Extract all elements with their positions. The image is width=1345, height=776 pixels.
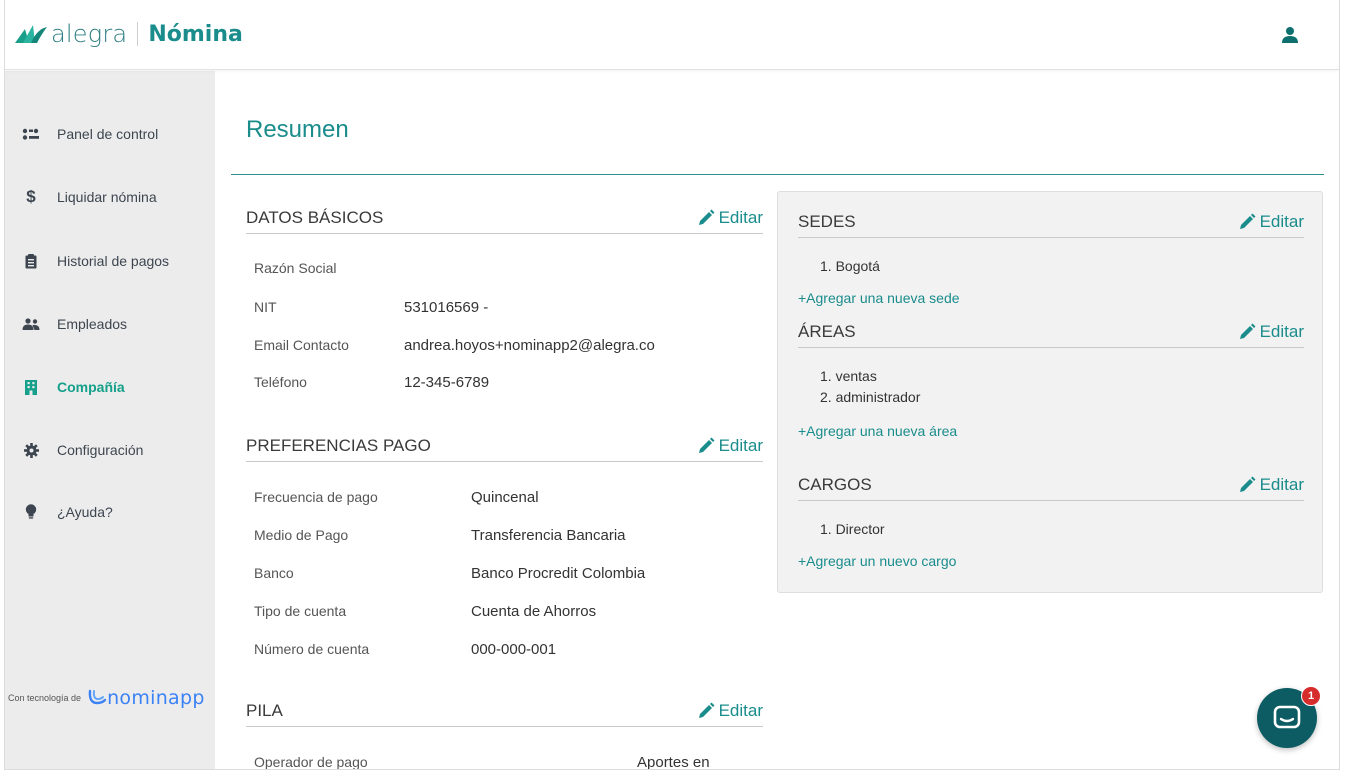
- field-value: Quincenal: [471, 489, 539, 506]
- logo-separator: [137, 22, 139, 46]
- section-title: PILA: [246, 700, 283, 720]
- pencil-icon: [1239, 323, 1256, 339]
- field-label: Operador de pago: [254, 754, 368, 770]
- field-label: NIT: [254, 299, 277, 315]
- section-title: ÁREAS: [798, 321, 856, 341]
- alegra-leaf-icon: [15, 25, 47, 43]
- section-cargos-header: CARGOS Editar: [798, 469, 1304, 501]
- pencil-icon: [698, 437, 715, 453]
- field-value: Transferencia Bancaria: [471, 527, 626, 544]
- list-item: 1. ventas: [820, 368, 877, 384]
- add-area-link[interactable]: +Agregar una nueva área: [798, 423, 957, 439]
- edit-label: Editar: [718, 435, 763, 455]
- field-label: Frecuencia de pago: [254, 489, 378, 505]
- chat-icon: [1273, 705, 1301, 729]
- clipboard-icon: [21, 253, 41, 269]
- edit-datos-basicos-button[interactable]: Editar: [697, 208, 763, 228]
- sidebar-item-ayuda[interactable]: ¿Ayuda?: [21, 500, 113, 524]
- sidebar-item-label: Compañía: [57, 379, 125, 395]
- list-item: 1. Bogotá: [820, 258, 880, 274]
- edit-areas-button[interactable]: Editar: [1238, 322, 1304, 342]
- field-label: Teléfono: [254, 374, 307, 390]
- top-bar: alegra Nómina: [5, 0, 1339, 70]
- section-title: DATOS BÁSICOS: [246, 207, 384, 227]
- field-value: 000-000-001: [471, 641, 557, 658]
- list-item: 2. administrador: [820, 389, 921, 405]
- logo-word: alegra: [51, 20, 128, 48]
- edit-label: Editar: [718, 207, 763, 227]
- field-label: Número de cuenta: [254, 641, 370, 657]
- add-cargo-link[interactable]: +Agregar un nuevo cargo: [798, 553, 956, 569]
- nominapp-brand: nominapp: [107, 687, 205, 709]
- sidebar: Panel de control $ Liquidar nómina Histo…: [5, 71, 215, 769]
- product-name: Nómina: [148, 21, 243, 47]
- edit-label: Editar: [718, 700, 763, 720]
- dollar-icon: $: [26, 187, 36, 206]
- company-structure-card: SEDES Editar 1. Bogotá +Agregar una nuev…: [777, 191, 1323, 593]
- users-icon: [21, 316, 41, 332]
- field-label: Email Contacto: [254, 337, 349, 353]
- add-sede-link[interactable]: +Agregar una nueva sede: [798, 290, 960, 306]
- alegra-logo[interactable]: alegra Nómina: [15, 20, 243, 48]
- chat-notification-badge: 1: [1301, 686, 1321, 706]
- sidebar-item-label: Historial de pagos: [57, 253, 170, 269]
- pencil-icon: [698, 702, 715, 718]
- main-content: Resumen DATOS BÁSICOS Editar Razón Socia…: [215, 71, 1339, 770]
- user-icon[interactable]: [1281, 26, 1299, 44]
- section-sedes-header: SEDES Editar: [798, 206, 1304, 238]
- gear-icon: [21, 442, 41, 458]
- list-item: 1. Director: [820, 521, 885, 537]
- powered-by-text: Con tecnología de: [8, 693, 82, 703]
- edit-pila-button[interactable]: Editar: [697, 701, 763, 721]
- field-value: 531016569 -: [404, 299, 489, 316]
- page-title: Resumen: [246, 116, 349, 143]
- sidebar-item-empleados[interactable]: Empleados: [21, 312, 127, 336]
- edit-sedes-button[interactable]: Editar: [1238, 212, 1304, 232]
- field-label: Banco: [254, 565, 294, 581]
- pencil-icon: [1239, 476, 1256, 492]
- section-title: SEDES: [798, 211, 856, 231]
- title-divider: [231, 174, 1324, 175]
- pencil-icon: [1239, 213, 1256, 229]
- field-value: Aportes en: [637, 754, 710, 770]
- sidebar-item-configuracion[interactable]: Configuración: [21, 438, 143, 462]
- section-datos-basicos-header: DATOS BÁSICOS Editar: [246, 202, 763, 234]
- powered-by: Con tecnología de nominapp: [8, 687, 205, 709]
- sidebar-item-compania[interactable]: Compañía: [21, 375, 125, 399]
- sidebar-item-liquidar-nomina[interactable]: $ Liquidar nómina: [21, 185, 157, 209]
- field-value: Cuenta de Ahorros: [471, 603, 597, 620]
- section-pila-header: PILA Editar: [246, 695, 763, 727]
- app-frame: alegra Nómina Panel de control $ Liquida…: [4, 0, 1340, 770]
- dashboard-icon: [21, 126, 41, 142]
- sidebar-item-panel-de-control[interactable]: Panel de control: [21, 122, 158, 146]
- field-value: andrea.hoyos+nominapp2@alegra.co: [404, 337, 655, 354]
- lightbulb-icon: [21, 504, 41, 520]
- nominapp-logo-icon: [88, 689, 107, 705]
- section-title: PREFERENCIAS PAGO: [246, 435, 431, 455]
- sidebar-item-label: Liquidar nómina: [57, 189, 157, 205]
- section-title: CARGOS: [798, 474, 872, 494]
- field-label: Razón Social: [254, 260, 337, 276]
- field-label: Tipo de cuenta: [254, 603, 347, 619]
- field-value: Banco Procredit Colombia: [471, 565, 646, 582]
- edit-preferencias-pago-button[interactable]: Editar: [697, 436, 763, 456]
- sidebar-item-label: Panel de control: [57, 126, 159, 142]
- edit-label: Editar: [1259, 474, 1304, 494]
- sidebar-item-label: ¿Ayuda?: [57, 504, 113, 520]
- building-icon: [21, 379, 41, 395]
- sidebar-item-label: Empleados: [57, 316, 128, 332]
- sidebar-item-historial-de-pagos[interactable]: Historial de pagos: [21, 249, 169, 273]
- edit-cargos-button[interactable]: Editar: [1238, 475, 1304, 495]
- field-label: Medio de Pago: [254, 527, 349, 543]
- edit-label: Editar: [1259, 321, 1304, 341]
- edit-label: Editar: [1259, 211, 1304, 231]
- section-preferencias-pago-header: PREFERENCIAS PAGO Editar: [246, 430, 763, 462]
- field-value: 12-345-6789: [404, 374, 490, 391]
- pencil-icon: [698, 209, 715, 225]
- sidebar-item-label: Configuración: [57, 442, 144, 458]
- section-areas-header: ÁREAS Editar: [798, 316, 1304, 348]
